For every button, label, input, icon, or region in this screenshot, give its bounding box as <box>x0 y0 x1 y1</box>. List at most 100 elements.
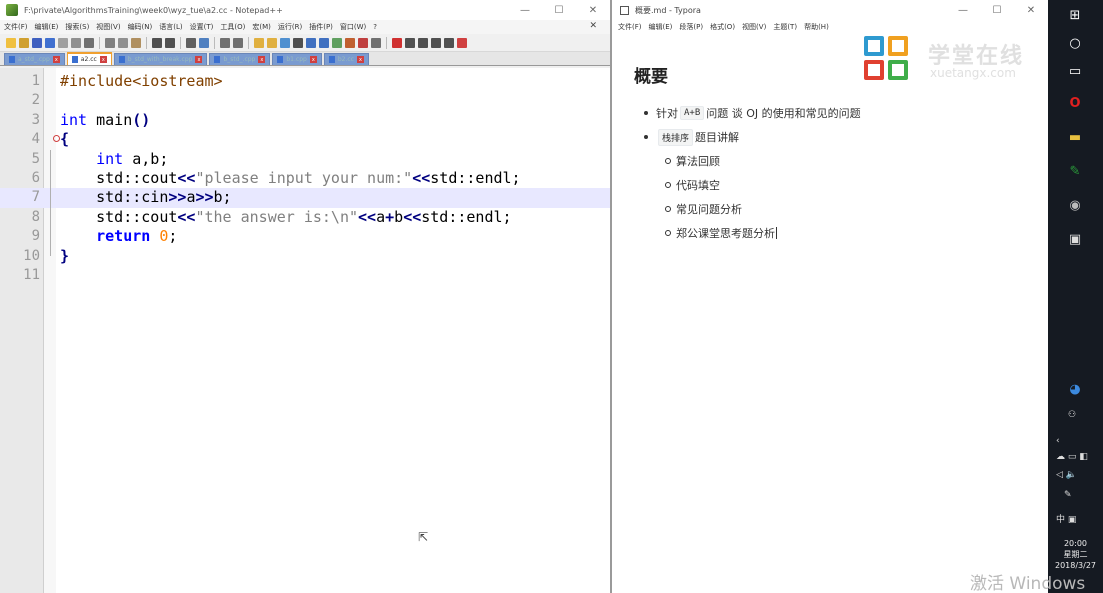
sub-list-item-text: 代码填空 <box>676 179 720 192</box>
monitoring-icon[interactable] <box>371 37 381 48</box>
code-editor[interactable]: 1 #include<iostream> 2 3 int main() 4 { … <box>0 68 610 593</box>
play-multiple-icon[interactable] <box>431 37 441 48</box>
fold-toggle-icon[interactable] <box>53 135 60 143</box>
menu-edit[interactable]: 编辑(E) <box>35 22 59 32</box>
function-list-icon[interactable] <box>345 37 355 48</box>
undo-icon[interactable] <box>152 37 162 48</box>
copy-icon[interactable] <box>118 37 128 48</box>
tab-a2-cc[interactable]: a2.cc x <box>66 52 112 65</box>
menu-window[interactable]: 窗口(W) <box>340 22 366 32</box>
task-view-icon[interactable]: ▭ <box>1064 60 1086 82</box>
sync-horizontal-icon[interactable] <box>267 37 277 48</box>
word-wrap-icon[interactable] <box>280 37 290 48</box>
app-taskbar-icon[interactable]: ◉ <box>1064 194 1086 216</box>
operator: + <box>385 207 395 226</box>
ime-indicator[interactable]: 中 <box>1056 515 1065 525</box>
keyboard-icon[interactable]: ▣ <box>1068 515 1077 525</box>
play-macro-icon[interactable] <box>418 37 428 48</box>
new-file-icon[interactable] <box>6 37 16 48</box>
code-line-7: 7 std::cin>>a>>b; <box>0 188 610 208</box>
menu-search[interactable]: 搜索(S) <box>65 22 89 32</box>
code-line-5: 5 int a,b; <box>0 149 610 169</box>
toolbar-separator <box>248 36 249 49</box>
notepad-close-button[interactable]: ✕ <box>576 0 610 20</box>
indent-guide-icon[interactable] <box>306 37 316 48</box>
tab-close-icon[interactable]: x <box>258 56 266 63</box>
typora-maximize-button[interactable]: ☐ <box>980 0 1014 20</box>
menu-run[interactable]: 运行(R) <box>278 22 302 32</box>
typora-menu-help[interactable]: 帮助(H) <box>804 22 829 32</box>
menu-file[interactable]: 文件(F) <box>4 22 28 32</box>
save-all-icon[interactable] <box>45 37 55 48</box>
typora-taskbar-icon[interactable]: ▣ <box>1064 228 1086 250</box>
people-icon[interactable]: ⚇ <box>1068 410 1076 420</box>
cut-icon[interactable] <box>105 37 115 48</box>
file-explorer-icon[interactable]: ▬ <box>1064 126 1086 148</box>
lang-define-icon[interactable] <box>319 37 329 48</box>
tab-close-icon[interactable]: x <box>52 56 60 63</box>
typora-menu-file[interactable]: 文件(F) <box>618 22 642 32</box>
save-macro-icon[interactable] <box>444 37 454 48</box>
browser-tray-icon[interactable]: ◕ <box>1064 378 1086 400</box>
paste-icon[interactable] <box>131 37 141 48</box>
show-all-chars-icon[interactable] <box>293 37 303 48</box>
typora-minimize-button[interactable]: — <box>946 0 980 20</box>
typora-menu-edit[interactable]: 编辑(E) <box>649 22 673 32</box>
volume-icon[interactable]: ◁ 🔈 <box>1056 470 1077 480</box>
tab-b1-cpp[interactable]: b1.cpp x <box>272 53 322 65</box>
tab-close-icon[interactable]: x <box>309 56 317 63</box>
code-line-3: 3 int main() <box>0 111 610 130</box>
tab-b-std-with-break-cpp[interactable]: b_std_with_break.cpp x <box>113 53 208 65</box>
tab-close-icon[interactable]: x <box>99 56 107 63</box>
zoom-in-icon[interactable] <box>220 37 230 48</box>
typora-menu-theme[interactable]: 主题(T) <box>773 22 797 32</box>
tab-b-std-cpp[interactable]: b_std_.cpp x <box>209 53 271 65</box>
tray-expand-icon[interactable]: ‹ <box>1056 436 1060 446</box>
menu-help[interactable]: ? <box>373 23 377 31</box>
menu-encoding[interactable]: 编码(N) <box>128 22 153 32</box>
menu-plugins[interactable]: 插件(P) <box>309 22 333 32</box>
notepad-plus-plus-taskbar-icon[interactable]: ✎ <box>1064 160 1086 182</box>
doc-map-icon[interactable] <box>332 37 342 48</box>
notepad-maximize-button[interactable]: ☐ <box>542 0 576 20</box>
menu-view[interactable]: 视图(V) <box>96 22 120 32</box>
close-all-icon[interactable] <box>71 37 81 48</box>
close-file-icon[interactable] <box>58 37 68 48</box>
menu-macro[interactable]: 宏(M) <box>252 22 271 32</box>
document-close-icon[interactable]: ✕ <box>589 21 597 31</box>
tab-close-icon[interactable]: x <box>195 56 203 63</box>
opera-browser-icon[interactable]: O <box>1064 92 1086 114</box>
typora-close-button[interactable]: ✕ <box>1014 0 1048 20</box>
save-icon[interactable] <box>32 37 42 48</box>
tab-b2-cc[interactable]: b2.cc x <box>323 53 369 65</box>
print-icon[interactable] <box>84 37 94 48</box>
folder-workspace-icon[interactable] <box>358 37 368 48</box>
redo-icon[interactable] <box>165 37 175 48</box>
line-number: 4 <box>31 131 40 148</box>
pen-icon[interactable]: ✎ <box>1064 490 1072 500</box>
menu-tools[interactable]: 工具(O) <box>220 22 245 32</box>
network-icon[interactable]: ☁ ▭ ◧ <box>1056 452 1088 462</box>
search-icon[interactable]: ○ <box>1064 32 1086 54</box>
typora-menu-view[interactable]: 视图(V) <box>742 22 766 32</box>
logo-square-red <box>864 60 884 80</box>
notepad-minimize-button[interactable]: — <box>508 0 542 20</box>
menu-language[interactable]: 语言(L) <box>159 22 182 32</box>
spell-check-icon[interactable] <box>457 37 467 48</box>
tab-a-std-cpp[interactable]: a_std_.cpp x <box>4 53 65 65</box>
record-macro-icon[interactable] <box>392 37 402 48</box>
open-file-icon[interactable] <box>19 37 29 48</box>
markdown-document[interactable]: 概要 针对 A+B 问题 谈 OJ 的使用和常见的问题 栈排序 题目讲解 算法回顾 代… <box>634 62 1038 245</box>
tab-close-icon[interactable]: x <box>356 56 364 63</box>
start-windows-icon[interactable]: ⊞ <box>1064 4 1086 26</box>
stop-macro-icon[interactable] <box>405 37 415 48</box>
menu-settings[interactable]: 设置(T) <box>190 22 214 32</box>
typora-menu-format[interactable]: 格式(O) <box>710 22 735 32</box>
code-line-11: 11 <box>0 266 610 285</box>
zoom-out-icon[interactable] <box>233 37 243 48</box>
sync-vertical-icon[interactable] <box>254 37 264 48</box>
typora-menu-paragraph[interactable]: 段落(P) <box>679 22 703 32</box>
system-clock[interactable]: 20:00 星期二 2018/3/27 <box>1048 538 1103 571</box>
replace-icon[interactable] <box>199 37 209 48</box>
find-icon[interactable] <box>186 37 196 48</box>
